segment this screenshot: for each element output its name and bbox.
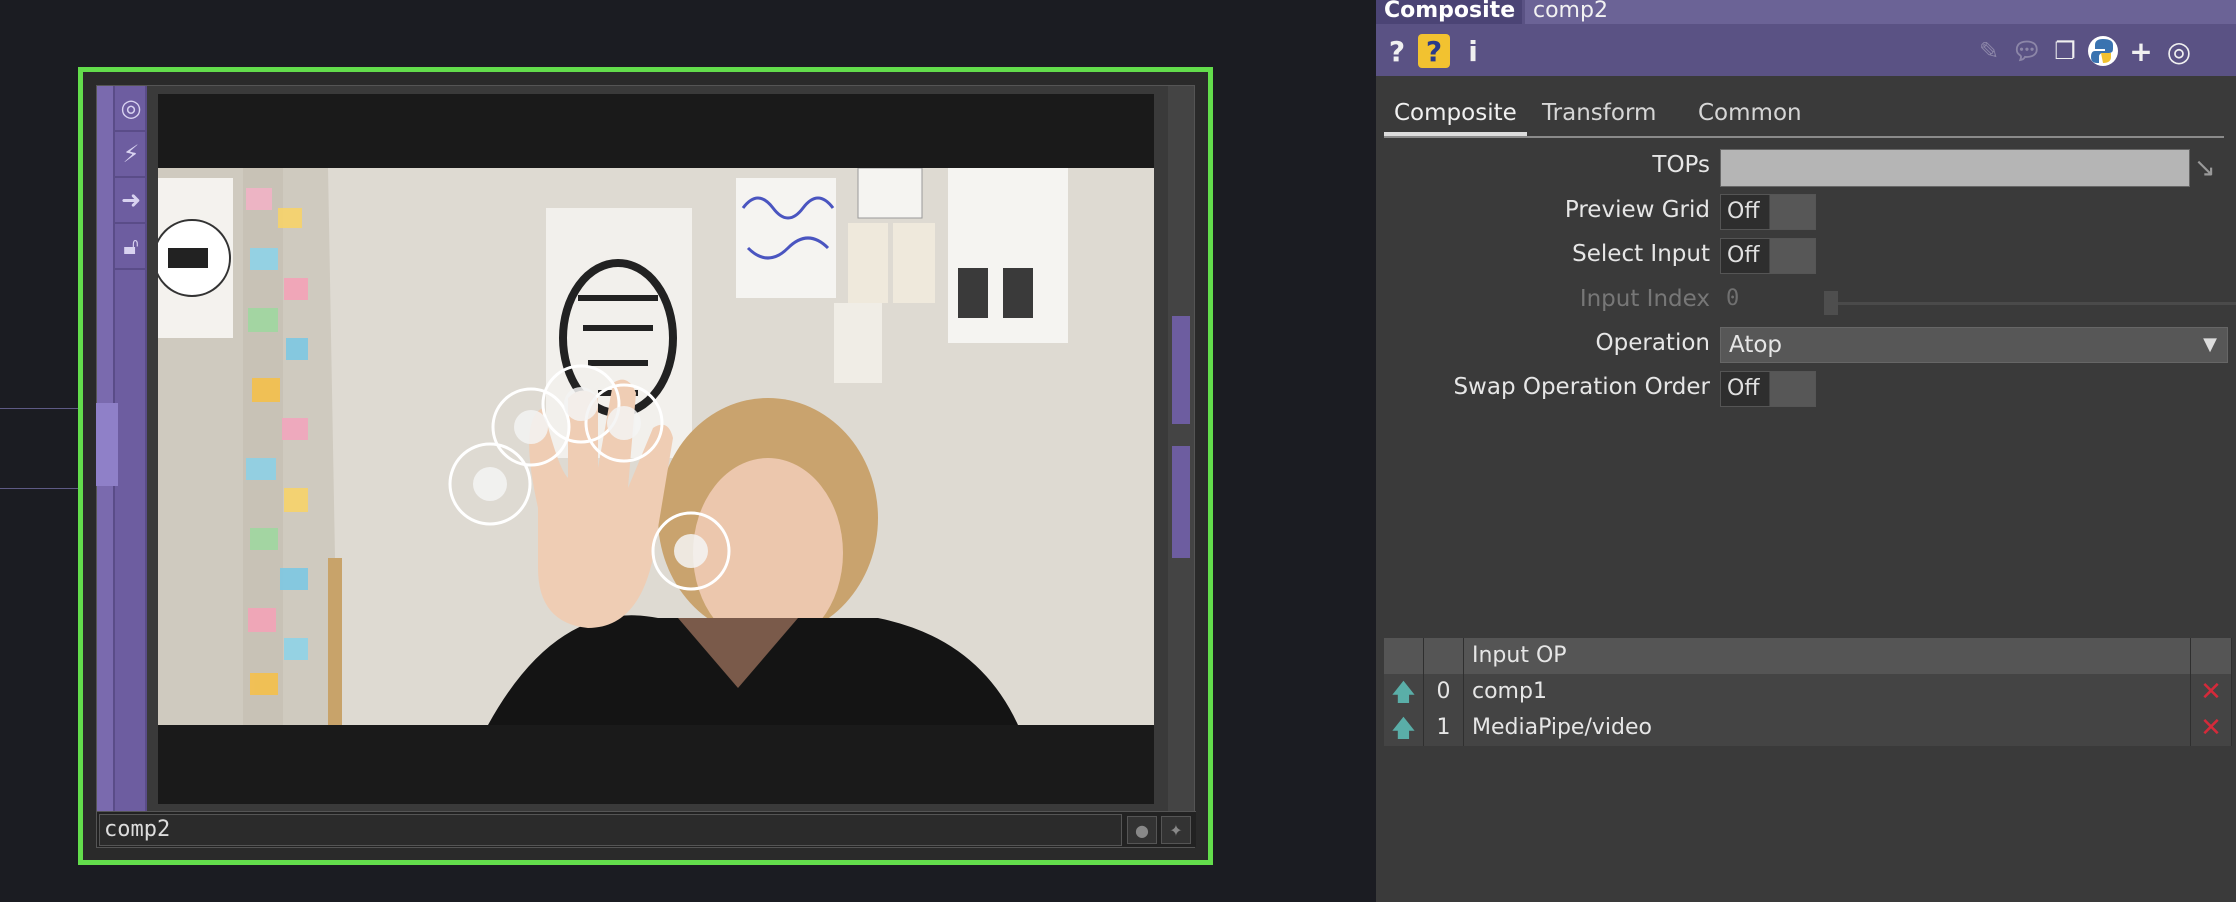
tab-common[interactable]: Common [1688, 98, 1812, 136]
comp2-node[interactable]: ◎ ⚡ ➜ 🔓︎ comp2 ● ✦ [78, 67, 1213, 865]
row-index: 1 [1424, 710, 1464, 746]
param-label: TOPs [1652, 152, 1710, 178]
swap-order-toggle[interactable]: Off [1720, 371, 1816, 407]
param-tabs: Composite Transform Common [1384, 92, 2224, 138]
drag-arrow-icon[interactable]: ↘ [2194, 153, 2232, 185]
node-name-bar: comp2 ● ✦ [97, 811, 1196, 847]
parameter-panel: Composite comp2 ? ? i ✎ 💬︎ ❐ + ◎ Composi… [1376, 0, 2236, 902]
input-connector[interactable] [96, 403, 118, 486]
video-frame [158, 168, 1154, 725]
header-cell [1384, 638, 1424, 674]
param-label: Swap Operation Order [1453, 374, 1710, 400]
python-icon[interactable] [2086, 34, 2120, 68]
tab-transform[interactable]: Transform [1532, 98, 1666, 136]
scroll-thumb[interactable] [1172, 316, 1190, 424]
toggle-knob [1769, 195, 1815, 229]
chevron-down-icon: ▼ [2203, 334, 2217, 355]
param-label: Operation [1595, 330, 1710, 356]
operation-dropdown[interactable]: Atop ▼ [1720, 327, 2228, 363]
viewer-scrollbar[interactable] [1168, 86, 1194, 813]
bypass-icon[interactable]: ⚡ [115, 132, 147, 178]
op-type-label: Composite [1376, 0, 1522, 24]
delete-icon[interactable]: ✕ [2191, 710, 2232, 746]
param-label: Select Input [1572, 241, 1710, 267]
tab-composite[interactable]: Composite [1384, 98, 1527, 136]
node-body: ◎ ⚡ ➜ 🔓︎ comp2 ● ✦ [96, 85, 1196, 848]
export-icon[interactable]: ➜ [115, 178, 147, 224]
scroll-thumb[interactable] [1172, 446, 1190, 558]
input-op-field[interactable]: MediaPipe/video [1464, 710, 2191, 746]
camera-image [158, 168, 1154, 725]
column-header-input-op: Input OP [1464, 638, 2191, 674]
viewer-icon[interactable]: ◎ [115, 86, 147, 132]
dropdown-value: Atop [1729, 332, 1783, 358]
network-editor[interactable]: ◎ ⚡ ➜ 🔓︎ comp2 ● ✦ [0, 0, 1376, 902]
python-help-icon[interactable]: ? [1418, 34, 1450, 68]
table-row: 🡅 1 MediaPipe/video ✕ [1384, 710, 2232, 746]
node-viewer[interactable] [158, 94, 1154, 804]
preview-grid-toggle[interactable]: Off [1720, 194, 1816, 230]
toggle-value: Off [1727, 243, 1760, 268]
toggle-knob [1769, 372, 1815, 406]
delete-icon[interactable]: ✕ [2191, 674, 2232, 710]
display-flag-icon[interactable]: ✦ [1161, 816, 1191, 844]
param-swap-operation-order: Swap Operation Order Off [1376, 371, 2236, 407]
toggle-value: Off [1727, 376, 1760, 401]
node-name-field[interactable]: comp2 [99, 814, 1122, 846]
select-input-toggle[interactable]: Off [1720, 238, 1816, 274]
param-input-index: Input Index 0 [1376, 283, 2236, 319]
move-up-icon[interactable]: 🡅 [1384, 710, 1424, 746]
header-cell [1424, 638, 1464, 674]
param-preview-grid: Preview Grid Off [1376, 194, 2236, 230]
info-icon[interactable]: i [1456, 34, 1490, 68]
param-select-input: Select Input Off [1376, 238, 2236, 274]
param-label: Input Index [1579, 286, 1710, 312]
clone-icon[interactable]: ❐ [2048, 34, 2082, 68]
viewer-icon[interactable]: ◎ [2162, 34, 2196, 68]
add-icon[interactable]: + [2124, 34, 2158, 68]
param-label: Preview Grid [1564, 197, 1710, 223]
toggle-value: Off [1727, 199, 1760, 224]
row-index: 0 [1424, 674, 1464, 710]
table-header: Input OP [1384, 638, 2232, 674]
edit-icon[interactable]: ✎ [1972, 34, 2006, 68]
panel-header: Composite comp2 ? ? i ✎ 💬︎ ❐ + ◎ [1376, 0, 2236, 76]
table-row: 🡅 0 comp1 ✕ [1384, 674, 2232, 710]
input-index-value[interactable]: 0 [1726, 286, 1739, 311]
comment-icon[interactable]: 💬︎ [2010, 34, 2044, 68]
lock-icon[interactable]: 🔓︎ [115, 224, 147, 270]
input-op-field[interactable]: comp1 [1464, 674, 2191, 710]
input-index-slider[interactable] [1830, 302, 2236, 305]
header-cell [2191, 638, 2232, 674]
render-flag-icon[interactable]: ● [1127, 816, 1157, 844]
toggle-knob [1769, 239, 1815, 273]
tops-field[interactable] [1720, 149, 2190, 187]
slider-handle[interactable] [1824, 291, 1838, 315]
move-up-icon[interactable]: 🡅 [1384, 674, 1424, 710]
param-operation: Operation Atop ▼ [1376, 327, 2236, 363]
op-name-field[interactable]: comp2 [1525, 0, 2236, 24]
input-sequence-table: Input OP 🡅 0 comp1 ✕ 🡅 1 MediaPipe/video… [1384, 638, 2232, 746]
help-icon[interactable]: ? [1380, 34, 1414, 68]
param-tops: TOPs ↘ [1376, 149, 2236, 187]
